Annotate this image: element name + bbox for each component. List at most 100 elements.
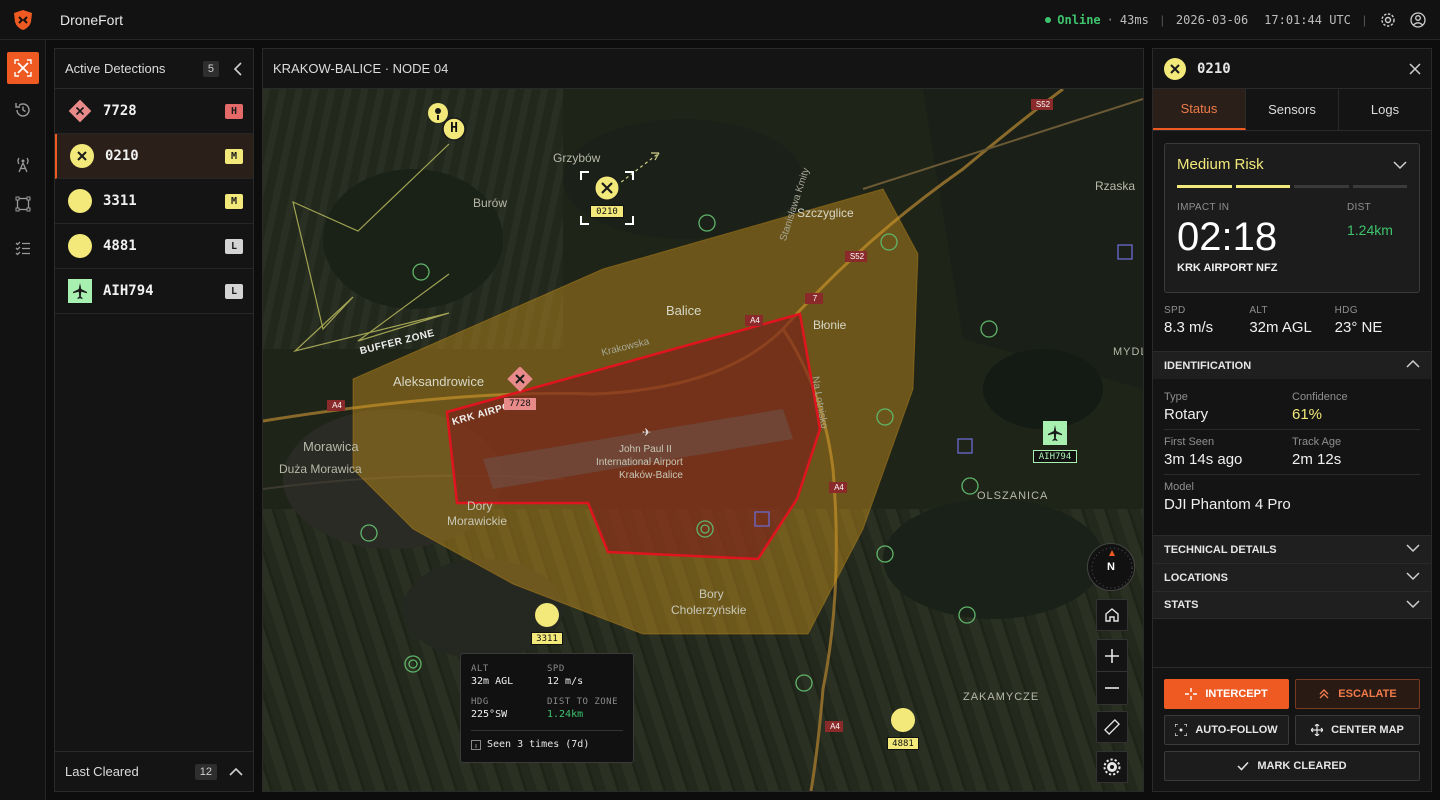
chevron-up-icon[interactable] (1406, 359, 1420, 372)
info-icon (471, 739, 481, 750)
checkmark-icon (1237, 761, 1249, 771)
airport-plane-icon: ✈ (642, 427, 652, 439)
detail-header: 0210 (1153, 49, 1431, 89)
map-label: International Airport (596, 457, 683, 468)
map-label: Aleksandrowice (393, 374, 485, 389)
marker-label: 3311 (531, 632, 563, 645)
button-label: CENTER MAP (1331, 724, 1404, 736)
detection-item-7728[interactable]: 7728 H (55, 89, 253, 134)
status-bar: Online · 43ms | 2026-03-06 17:01:44 UTC … (1045, 0, 1428, 40)
home-pin-icon[interactable]: H (427, 102, 471, 149)
chevron-down-icon[interactable] (1406, 599, 1420, 612)
measure-ruler-icon[interactable] (1096, 711, 1128, 743)
user-account-icon[interactable] (1408, 12, 1428, 28)
stats-section[interactable]: STATS (1153, 591, 1431, 619)
settings-gear-icon[interactable] (1378, 12, 1398, 28)
home-view-button[interactable] (1096, 599, 1128, 631)
section-title: IDENTIFICATION (1164, 359, 1252, 372)
marker-label: 0210 (590, 205, 624, 218)
map-settings-gear-icon[interactable] (1096, 751, 1128, 783)
unknown-drone-icon (1163, 57, 1187, 81)
zoom-out-icon[interactable] (1097, 672, 1127, 704)
close-icon[interactable] (1409, 62, 1421, 75)
center-map-button[interactable]: CENTER MAP (1295, 715, 1420, 745)
checklist-icon[interactable] (7, 232, 39, 264)
tooltip-spd-label: SPD (547, 664, 565, 674)
spd-label: SPD (1164, 305, 1186, 316)
connection-status: Online (1057, 13, 1101, 27)
drone-dot-icon (67, 188, 93, 214)
road-label: A4 (830, 722, 840, 731)
last-cleared-bar[interactable]: Last Cleared 12 (55, 751, 253, 791)
tooltip-hdg-label: HDG (471, 697, 489, 707)
technical-details-section[interactable]: TECHNICAL DETAILS (1153, 535, 1431, 563)
risk-segment (1235, 185, 1290, 188)
button-label: INTERCEPT (1205, 688, 1268, 700)
tab-sensors[interactable]: Sensors (1246, 89, 1339, 130)
risk-badge: M (224, 193, 243, 209)
dist-value: 1.24km (1347, 222, 1393, 238)
drone-marker-4881[interactable]: 4881 (885, 707, 921, 753)
aircraft-marker-aih794[interactable]: AIH794 (1033, 420, 1077, 466)
detection-item-0210[interactable]: 0210 M (55, 134, 253, 179)
first-seen-label: First Seen (1164, 436, 1215, 448)
history-icon[interactable] (7, 94, 39, 126)
app-logo-icon[interactable] (0, 0, 46, 40)
risk-badge: L (224, 238, 243, 254)
detection-item-aih794[interactable]: AIH794 L (55, 269, 253, 314)
map-panel: KRAKOW-BALICE · NODE 04 Grzybów Burów Sz… (262, 48, 1144, 792)
button-label: ESCALATE (1338, 688, 1397, 700)
compass-button[interactable]: N (1087, 543, 1135, 591)
button-label: AUTO-FOLLOW (1195, 724, 1278, 736)
impact-zone: KRK AIRPORT NFZ (1177, 262, 1278, 274)
home-pin-label: H (450, 121, 458, 136)
tab-logs[interactable]: Logs (1339, 89, 1431, 130)
drone-marker-3311[interactable]: 3311 (529, 602, 565, 648)
escalate-button[interactable]: ESCALATE (1295, 679, 1420, 709)
online-dot-icon (1045, 17, 1052, 23)
auto-follow-button[interactable]: AUTO-FOLLOW (1164, 715, 1289, 745)
map-label: Morawica (303, 439, 359, 454)
drone-target-icon[interactable] (7, 52, 39, 84)
crosshair-icon (1185, 688, 1198, 700)
risk-card[interactable]: Medium Risk IMPACT IN 02:18 KRK AIRPORT … (1164, 143, 1420, 293)
chevron-down-icon[interactable] (1406, 543, 1420, 556)
track-age-label: Track Age (1292, 436, 1342, 448)
type-value: Rotary (1164, 406, 1209, 423)
confidence-value: 61% (1292, 406, 1323, 423)
tab-status[interactable]: Status (1153, 89, 1246, 130)
detection-item-3311[interactable]: 3311 M (55, 179, 253, 224)
intercept-button[interactable]: INTERCEPT (1164, 679, 1289, 709)
detection-id: 0210 (105, 148, 139, 164)
marker-label: 4881 (887, 737, 919, 750)
chevron-up-icon[interactable] (229, 767, 243, 777)
map-canvas[interactable]: Grzybów Burów Szczyglice Rzaska Balice B… (263, 89, 1143, 791)
aircraft-icon (67, 278, 93, 304)
drone-marker-7728[interactable]: 7728 (502, 366, 538, 411)
date: 2026-03-06 (1175, 13, 1249, 27)
zone-icon[interactable] (7, 188, 39, 220)
detection-id: AIH794 (103, 283, 154, 299)
road-label: A4 (332, 401, 342, 410)
zoom-in-icon[interactable] (1097, 640, 1127, 672)
chevron-down-icon[interactable] (1406, 571, 1420, 584)
detection-id: 7728 (103, 103, 137, 119)
mark-cleared-button[interactable]: MARK CLEARED (1164, 751, 1420, 781)
risk-level-bar (1177, 185, 1407, 188)
double-chevron-up-icon (1318, 688, 1330, 700)
chevron-down-icon[interactable] (1393, 160, 1407, 170)
collapse-chevron-left-icon[interactable] (233, 61, 243, 76)
tooltip-dist-label: DIST TO ZONE (547, 697, 619, 707)
satellite-map (263, 89, 1143, 791)
top-bar: DroneFort Online · 43ms | 2026-03-06 17:… (0, 0, 1440, 40)
tooltip-dist: 1.24km (547, 709, 584, 720)
locations-section[interactable]: LOCATIONS (1153, 563, 1431, 591)
map-label: ZAKAMYCZE (963, 691, 1040, 703)
detection-item-4881[interactable]: 4881 L (55, 224, 253, 269)
radar-icon[interactable] (7, 148, 39, 180)
drone-marker-0210[interactable]: 0210 (579, 170, 635, 226)
risk-badge: L (224, 283, 243, 299)
identification-section-header[interactable]: IDENTIFICATION (1153, 351, 1431, 379)
identification-grid: Type Rotary Confidence 61% First Seen 3m 14… (1164, 385, 1420, 519)
latency: 43ms (1119, 13, 1149, 27)
